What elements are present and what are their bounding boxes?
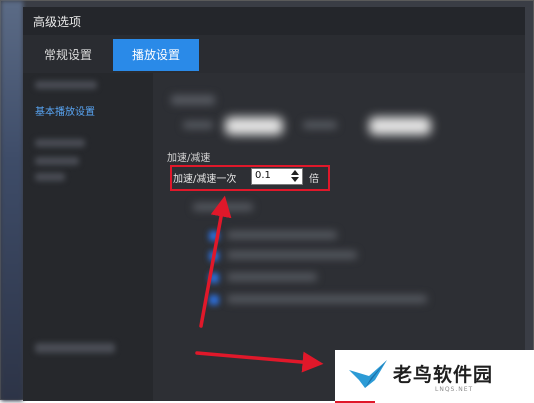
watermark-logo: 老鸟软件园 LNQS.NET (335, 350, 534, 401)
screenshot-frame: 高级选项 常规设置 播放设置 基本播放设置 加速/减速 加速/减速一次 0.1 (0, 0, 534, 403)
bird-logo-icon (349, 360, 387, 388)
arrow-up-to-speed-field (199, 195, 232, 328)
arrow-right-to-button (195, 351, 324, 373)
watermark-text: 老鸟软件园 (393, 364, 494, 386)
watermark-subtext: LNQS.NET (435, 386, 474, 393)
annotation-arrows (195, 195, 324, 373)
